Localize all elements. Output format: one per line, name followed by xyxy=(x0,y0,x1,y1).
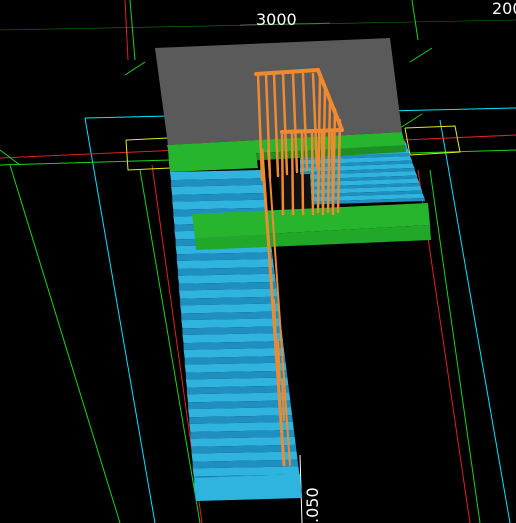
baluster xyxy=(300,130,305,216)
dimension-top-right: 200 xyxy=(492,0,516,18)
stair-tread xyxy=(195,474,302,501)
stair-model-view: 3000 200 .050 xyxy=(0,0,516,523)
axis-line-green xyxy=(411,0,419,41)
axis-line-green xyxy=(9,164,121,523)
axis-line-red xyxy=(124,0,129,61)
baluster xyxy=(320,130,325,216)
baluster xyxy=(310,130,315,216)
tick-mark-icon xyxy=(399,113,423,129)
axis-line-yellow xyxy=(404,125,461,156)
upper-slab[interactable] xyxy=(155,38,402,145)
upper-landing-left xyxy=(168,146,258,172)
dimension-top-width: 3000 xyxy=(256,10,297,29)
axis-line-yellow xyxy=(125,137,171,171)
baluster xyxy=(290,130,295,216)
cad-3d-viewport[interactable]: 3000 200 .050 xyxy=(0,0,516,523)
axis-line-cyan xyxy=(84,117,156,523)
axis-line-green xyxy=(429,169,481,523)
tick-mark-icon xyxy=(409,47,433,63)
dimension-bottom-elevation: .050 xyxy=(303,487,322,523)
baluster xyxy=(330,130,335,216)
tick-mark-icon xyxy=(124,61,146,76)
axis-line-cyan xyxy=(439,119,511,523)
axis-line-green xyxy=(129,0,136,61)
baluster xyxy=(280,130,285,216)
